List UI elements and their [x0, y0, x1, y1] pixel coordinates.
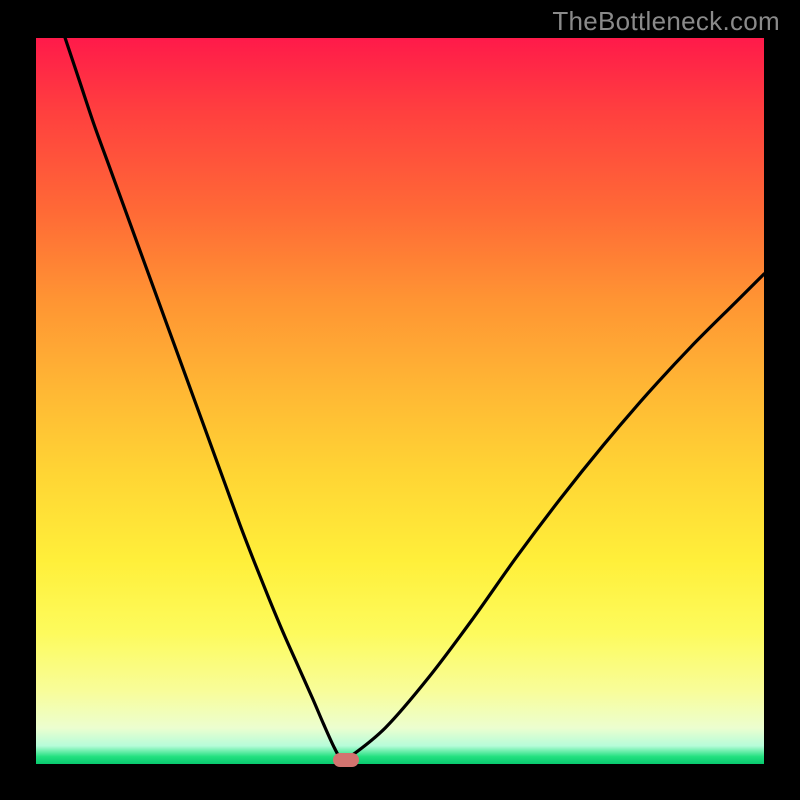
watermark-text: TheBottleneck.com — [552, 6, 780, 37]
chart-container: TheBottleneck.com — [0, 0, 800, 800]
curve-svg — [36, 38, 764, 764]
plot-area — [36, 38, 764, 764]
optimal-marker — [333, 753, 359, 767]
bottleneck-curve — [65, 38, 764, 761]
